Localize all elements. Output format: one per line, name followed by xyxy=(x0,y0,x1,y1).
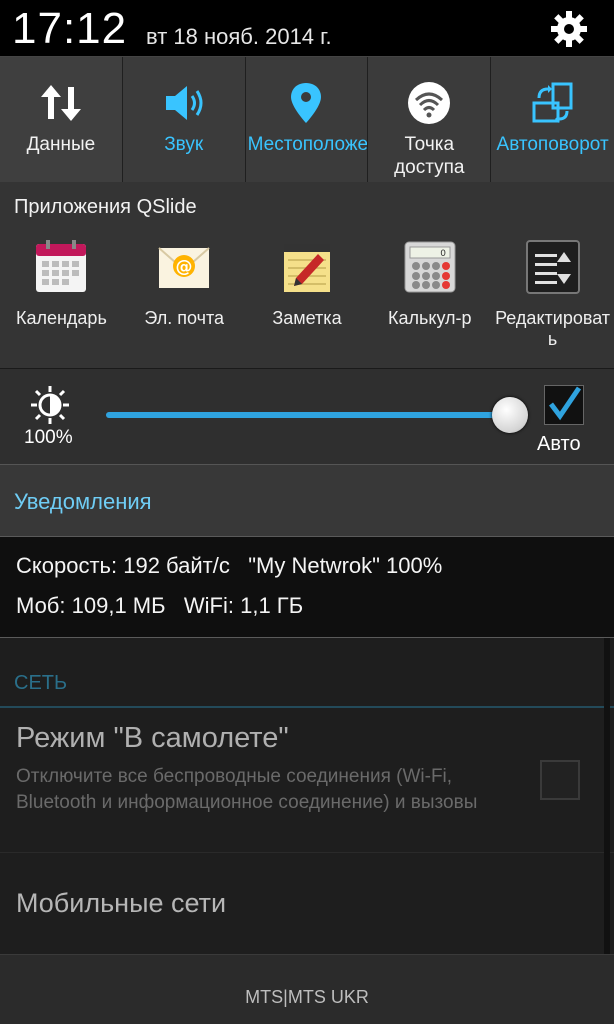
app-label: Редактировать xyxy=(495,308,611,349)
clock: 17:12 xyxy=(12,4,128,53)
edit-list-icon xyxy=(525,240,580,294)
app-label: Калькул-р xyxy=(388,308,472,328)
email-icon: @ xyxy=(158,247,210,288)
carrier-footer: MTS|MTS UKR xyxy=(0,954,614,1024)
wifi-hotspot-icon xyxy=(408,82,451,124)
brightness-icon xyxy=(31,386,69,424)
brightness-slider-thumb[interactable] xyxy=(492,397,528,433)
section-label: СЕТЬ xyxy=(14,672,68,694)
auto-brightness-label: Авто xyxy=(537,433,581,455)
app-label: Эл. почта xyxy=(144,308,225,328)
notifications-title: Уведомления xyxy=(14,489,152,514)
brightness-panel: 100% Авто xyxy=(0,368,614,464)
brightness-percent: 100% xyxy=(24,427,73,448)
gear-icon[interactable] xyxy=(548,8,590,50)
svg-text:0: 0 xyxy=(440,249,446,259)
app-label: Заметка xyxy=(272,308,342,328)
usage-line: Моб: 109,1 МБ WiFi: 1,1 ГБ xyxy=(16,593,304,618)
location-pin-icon xyxy=(291,83,322,123)
qslide-app-calculator[interactable]: 0 Калькул-р xyxy=(368,234,491,364)
toggle-label: Автоповорот xyxy=(496,134,609,155)
auto-rotate-icon xyxy=(532,82,573,123)
toggle-autorotate[interactable]: Автоповорот xyxy=(491,57,614,183)
settings-background: СЕТЬ Режим "В самолете" Отключите все бе… xyxy=(0,638,614,954)
mobile-networks-item[interactable]: Мобильные сети xyxy=(16,888,226,919)
airplane-mode-checkbox[interactable] xyxy=(540,760,580,800)
qslide-apps: Календарь @ Эл. почта Заметка 0 Калькул-… xyxy=(0,234,614,364)
qslide-app-calendar[interactable]: Календарь xyxy=(0,234,123,364)
qslide-app-notes[interactable]: Заметка xyxy=(246,234,369,364)
status-header: 17:12 вт 18 нояб. 2014 г. xyxy=(0,0,614,56)
speed-notification[interactable]: Скорость: 192 байт/с "My Netwrok" 100% М… xyxy=(0,536,614,638)
toggle-location[interactable]: Местоположение xyxy=(245,57,369,183)
row-divider xyxy=(0,852,614,853)
checkmark-icon xyxy=(549,386,582,421)
toggle-hotspot[interactable]: Точка доступа xyxy=(368,57,492,183)
app-label: Календарь xyxy=(15,308,107,328)
toggle-label: Звук xyxy=(164,134,204,155)
toggle-sound[interactable]: Звук xyxy=(122,57,246,183)
notepad-icon xyxy=(283,244,330,292)
speaker-icon xyxy=(165,86,203,120)
toggle-data[interactable]: Данные xyxy=(0,57,123,183)
brightness-slider-fill xyxy=(106,412,510,418)
calculator-icon: 0 xyxy=(404,241,456,293)
airplane-mode-title: Режим "В самолете" xyxy=(16,722,289,754)
toggle-label: Данные xyxy=(26,134,96,155)
qslide-title: Приложения QSlide xyxy=(14,196,197,218)
section-divider xyxy=(0,706,614,708)
date: вт 18 нояб. 2014 г. xyxy=(146,24,332,49)
qslide-panel: Приложения QSlide Календарь @ Эл. почта … xyxy=(0,182,614,368)
notifications-header: Уведомления xyxy=(0,464,614,536)
qslide-app-edit[interactable]: Редактировать xyxy=(491,234,614,364)
toggle-label: Точка доступа xyxy=(394,134,465,178)
toggle-label: Местоположение xyxy=(247,134,368,155)
qslide-app-email[interactable]: @ Эл. почта xyxy=(123,234,246,364)
quick-toggles: Данные Звук Местоположение Точка доступа xyxy=(0,56,614,183)
auto-brightness-checkbox[interactable] xyxy=(544,385,584,425)
scrollbar[interactable] xyxy=(604,638,610,954)
svg-text:@: @ xyxy=(176,257,193,277)
calendar-icon xyxy=(36,240,87,292)
speed-line: Скорость: 192 байт/с "My Netwrok" 100% xyxy=(16,553,443,578)
carrier-name: MTS|MTS UKR xyxy=(245,987,369,1007)
brightness-slider[interactable] xyxy=(106,412,510,418)
airplane-mode-description: Отключите все беспроводные соединения (W… xyxy=(16,766,478,813)
data-arrows-icon xyxy=(40,85,81,121)
